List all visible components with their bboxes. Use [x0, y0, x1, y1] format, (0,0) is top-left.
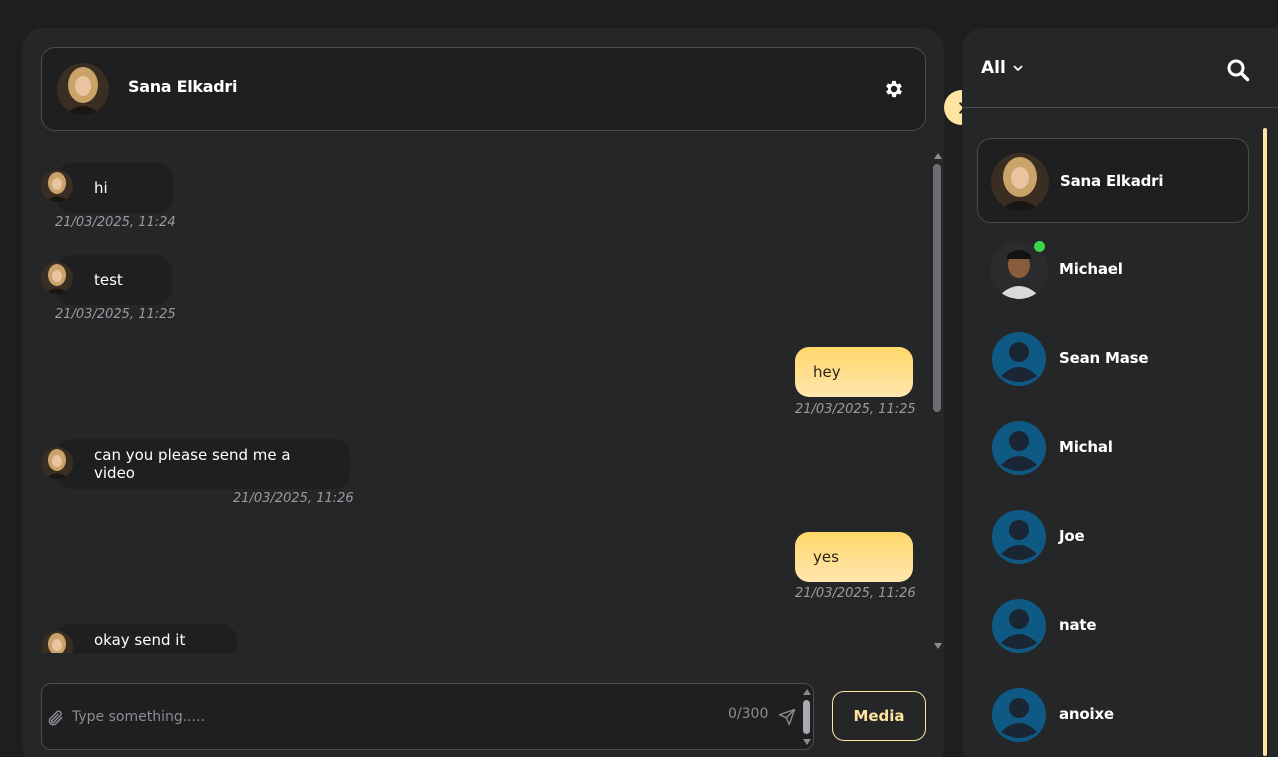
online-indicator — [1033, 240, 1046, 253]
message-timestamp: 21/03/2025, 11:26 — [795, 586, 916, 601]
message-text: okay send it now — [94, 631, 186, 653]
user-icon — [990, 419, 1048, 477]
chat-contact-name: Sana Elkadri — [128, 77, 238, 96]
contact-item[interactable]: Michael — [977, 227, 1249, 312]
contact-name: Joe — [1059, 527, 1085, 545]
contact-name: anoixe — [1059, 705, 1114, 723]
message-list[interactable]: hi 21/03/2025, 11:24 test 21/03/2025, 11… — [22, 153, 930, 653]
messages-scrollbar[interactable] — [931, 150, 944, 652]
contact-item[interactable]: anoixe — [977, 672, 1249, 757]
message-text: test — [94, 271, 123, 289]
divider — [962, 107, 1278, 108]
scroll-up-arrow[interactable] — [803, 689, 811, 695]
message-timestamp: 21/03/2025, 11:26 — [233, 491, 354, 506]
sender-avatar — [41, 262, 73, 294]
contacts-scrollbar[interactable] — [1263, 128, 1267, 756]
search-icon[interactable] — [1226, 58, 1250, 82]
chat-header: Sana Elkadri — [41, 47, 926, 131]
sender-avatar — [41, 170, 73, 202]
contact-name: Sana Elkadri — [1060, 172, 1164, 190]
composer-scrollbar[interactable] — [801, 686, 813, 748]
contact-avatar[interactable] — [57, 63, 109, 115]
scroll-down-arrow[interactable] — [803, 739, 811, 745]
message-timestamp: 21/03/2025, 11:24 — [55, 215, 176, 230]
message-text: yes — [813, 548, 839, 566]
outgoing-message: hey — [795, 347, 913, 397]
incoming-message: test — [56, 255, 172, 305]
message-composer: 0/300 — [41, 683, 814, 750]
incoming-message: can you please send me a video — [56, 439, 350, 489]
filter-label: All — [981, 58, 1006, 78]
contacts-panel: All Sana Elkadri Michael Sean Mase Micha… — [962, 28, 1278, 757]
contact-item[interactable]: Sana Elkadri — [977, 138, 1249, 223]
user-icon — [990, 597, 1048, 655]
message-text: can you please send me a video — [94, 446, 291, 482]
media-button[interactable]: Media — [832, 691, 926, 741]
scroll-thumb[interactable] — [803, 700, 810, 734]
outgoing-message: yes — [795, 532, 913, 582]
gear-icon[interactable] — [883, 78, 905, 100]
send-icon[interactable] — [778, 708, 796, 726]
scroll-thumb[interactable] — [933, 164, 941, 412]
user-icon — [990, 686, 1048, 744]
message-text: hey — [813, 363, 841, 381]
contact-item[interactable]: Sean Mase — [977, 316, 1249, 401]
message-input[interactable] — [72, 704, 672, 730]
character-counter: 0/300 — [728, 706, 769, 722]
sender-avatar — [41, 447, 73, 479]
contact-name: Michal — [1059, 438, 1113, 456]
contact-name: Michael — [1059, 260, 1123, 278]
contact-name: nate — [1059, 616, 1097, 634]
scroll-down-arrow[interactable] — [934, 643, 942, 649]
message-timestamp: 21/03/2025, 11:25 — [55, 307, 176, 322]
scroll-up-arrow[interactable] — [934, 153, 942, 159]
incoming-message: hi — [56, 163, 173, 213]
contact-avatar — [991, 153, 1049, 211]
paperclip-icon[interactable] — [46, 708, 64, 728]
chat-panel: Sana Elkadri hi 21/03/2025, 11:24 test 2… — [22, 28, 944, 757]
filter-dropdown[interactable]: All — [981, 58, 1024, 78]
incoming-message: okay send it now — [56, 624, 237, 653]
user-icon — [990, 508, 1048, 566]
chevron-down-icon — [1013, 65, 1023, 71]
message-timestamp: 21/03/2025, 11:25 — [795, 402, 916, 417]
contact-item[interactable]: nate — [977, 583, 1249, 668]
contact-item[interactable]: Michal — [977, 405, 1249, 490]
message-text: hi — [94, 179, 108, 197]
contact-name: Sean Mase — [1059, 349, 1149, 367]
contact-item[interactable]: Joe — [977, 494, 1249, 579]
user-icon — [990, 330, 1048, 388]
